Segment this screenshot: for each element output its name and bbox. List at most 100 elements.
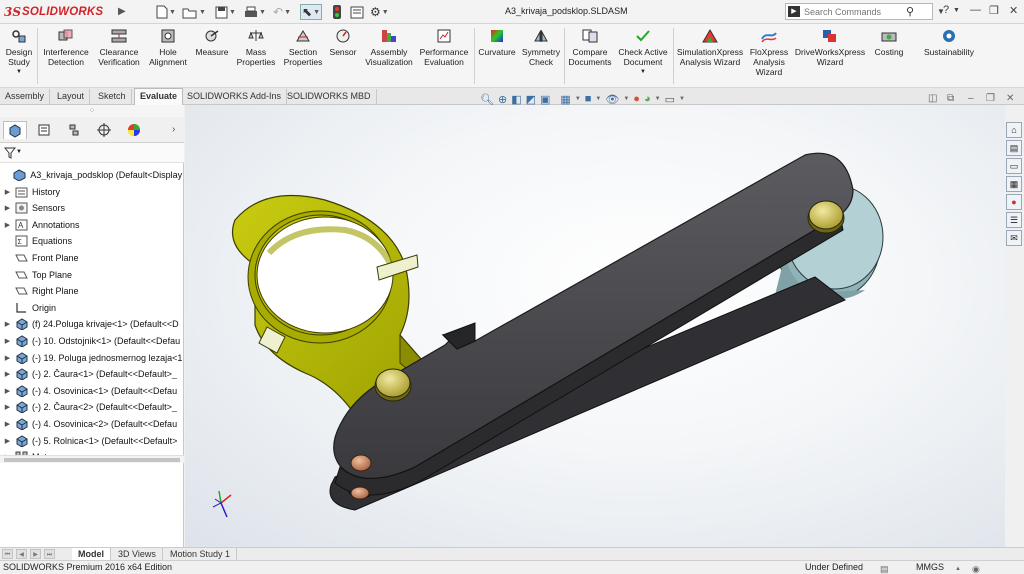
hide-show-items-icon[interactable]: 👁︎ <box>605 93 619 106</box>
tab-evaluate[interactable]: Evaluate <box>134 88 184 105</box>
interference-detection-button[interactable]: Interference Detection <box>40 28 92 67</box>
minimize-window-icon[interactable]: — <box>970 4 981 16</box>
dynamic-annotation-icon[interactable]: ▣ <box>540 93 550 106</box>
clearance-verification-button[interactable]: Clearance Verification <box>95 28 143 67</box>
compare-documents-button[interactable]: Compare Documents <box>566 28 614 67</box>
expand-arrow-icon[interactable]: ▶ <box>3 437 12 445</box>
graphics-area[interactable] <box>185 105 1005 547</box>
displaymanager-tab[interactable] <box>122 121 146 139</box>
measure-button[interactable]: Measure <box>193 28 231 57</box>
tree-item[interactable]: ▶ History <box>0 184 184 200</box>
select-button[interactable]: ⬉ ▼ <box>300 4 322 20</box>
design-library-icon[interactable]: ▤ <box>1006 140 1022 156</box>
filter-icon[interactable] <box>4 147 16 159</box>
featuremanager-tab[interactable] <box>3 121 27 139</box>
appearances-icon[interactable]: ● <box>1006 194 1022 210</box>
search-icon[interactable]: ⚲ <box>906 5 914 18</box>
tab-layout[interactable]: Layout <box>52 89 91 104</box>
open-button[interactable]: ▼ <box>182 4 206 20</box>
rebuild-button[interactable] <box>332 4 342 20</box>
pin-lower[interactable] <box>374 368 412 402</box>
units-dropdown-icon[interactable]: ▲ <box>955 563 965 573</box>
tree-item[interactable]: Σ Equations <box>0 233 184 249</box>
floxpress-button[interactable]: FloXpress Analysis Wizard <box>748 28 790 77</box>
symmetry-check-button[interactable]: Symmetry Check <box>520 28 562 67</box>
tree-item[interactable]: ▶ (-) 4. Osovinica<2> (Default<<Defau <box>0 416 184 432</box>
close-window-icon[interactable]: ✕ <box>1009 4 1018 17</box>
scrollbar-thumb[interactable] <box>4 458 180 462</box>
zoom-to-fit-icon[interactable]: 🔍︎ <box>480 93 494 106</box>
expand-arrow-icon[interactable]: ▶ <box>3 320 12 328</box>
chevron-right-icon[interactable]: › <box>172 124 175 135</box>
expand-arrow-icon[interactable]: ▶ <box>3 204 12 212</box>
tab-solidworks-mbd[interactable]: SOLIDWORKS MBD <box>282 89 377 104</box>
viewport-split-icon[interactable]: ⧉ <box>947 93 954 104</box>
tree-item[interactable]: Origin <box>0 300 184 316</box>
previous-view-icon[interactable]: ◧ <box>511 93 521 106</box>
assembly-model[interactable] <box>185 105 1005 547</box>
tree-horizontal-scrollbar[interactable] <box>0 455 184 463</box>
pin-upper[interactable] <box>807 200 845 234</box>
tree-item[interactable]: ▶ (-) 2. Čaura<2> (Default<<Default>_ <box>0 399 184 415</box>
tree-item[interactable]: ▶ (f) 24.Poluga krivaje<1> (Default<<D <box>0 316 184 332</box>
home-icon[interactable]: ⌂ <box>1006 122 1022 138</box>
tree-item[interactable]: ▶ Sensors <box>0 200 184 216</box>
tab-solidworks-add-ins[interactable]: SOLIDWORKS Add-Ins <box>182 89 288 104</box>
configurationmanager-tab[interactable] <box>62 121 86 139</box>
file-properties-button[interactable] <box>350 4 364 20</box>
expand-arrow-icon[interactable]: ▶ <box>3 337 12 345</box>
menu-expand-icon[interactable]: ▶ <box>118 6 126 17</box>
mass-properties-button[interactable]: Mass Properties <box>233 28 279 67</box>
view-palette-icon[interactable]: ▦ <box>1006 176 1022 192</box>
hole-alignment-button[interactable]: Hole Alignment <box>146 28 190 67</box>
sensor-button[interactable]: Sensor <box>327 28 359 57</box>
driveworksxpress-button[interactable]: DriveWorksXpress Wizard <box>793 28 867 67</box>
bushing-top[interactable] <box>350 454 372 472</box>
view-settings-icon[interactable]: ▭ <box>665 93 675 106</box>
viewport-close-icon[interactable]: ✕ <box>1006 93 1014 104</box>
new-document-button[interactable]: ▼ <box>156 4 176 20</box>
tab-assembly[interactable]: Assembly <box>0 89 51 104</box>
check-active-document-button[interactable]: Check Active Document ▼ <box>616 28 670 77</box>
file-explorer-icon[interactable]: ▭ <box>1006 158 1022 174</box>
costing-button[interactable]: Costing <box>870 28 908 57</box>
tree-item[interactable]: ▶ (-) 5. Rolnica<1> (Default<<Default> <box>0 433 184 449</box>
section-properties-button[interactable]: Section Properties <box>281 28 325 67</box>
propertymanager-tab[interactable] <box>32 121 56 139</box>
viewport-minimize-icon[interactable]: – <box>968 93 974 104</box>
save-button[interactable]: ▼ <box>215 4 236 20</box>
expand-arrow-icon[interactable]: ▶ <box>3 420 12 428</box>
solidworks-logo[interactable]: 3S SOLIDWORKS <box>4 3 103 21</box>
undo-button[interactable]: ↶ ▼ <box>273 4 291 20</box>
prev-tab-arrow-icon[interactable]: ◀ <box>16 549 27 559</box>
tree-item[interactable]: ▶ (-) 4. Osovinica<1> (Default<<Defau <box>0 383 184 399</box>
viewport-toggle-icon[interactable]: ◫ <box>928 93 937 104</box>
expand-arrow-icon[interactable]: ▶ <box>3 387 12 395</box>
print-button[interactable]: ▼ <box>244 4 266 20</box>
dimxpertmanager-tab[interactable] <box>92 121 116 139</box>
tree-item[interactable]: Front Plane <box>0 250 184 266</box>
expand-arrow-icon[interactable]: ▶ <box>3 221 12 229</box>
view-orientation-icon[interactable]: ▦ <box>560 93 570 106</box>
tree-item[interactable]: ▶ (-) 2. Čaura<1> (Default<<Default>_ <box>0 366 184 382</box>
options-button[interactable]: ⚙ ▼ <box>370 4 389 20</box>
curvature-button[interactable]: Curvature <box>476 28 518 57</box>
first-tab-arrow-icon[interactable]: ⏮ <box>2 549 13 559</box>
display-style-icon[interactable]: ■ <box>585 93 592 105</box>
tree-item[interactable]: ▶ A Annotations <box>0 217 184 233</box>
bushing-bottom[interactable] <box>350 486 370 500</box>
viewport-restore-icon[interactable]: ❐ <box>986 93 995 104</box>
tab-sketch[interactable]: Sketch <box>93 89 132 104</box>
tree-root-assembly[interactable]: A3_krivaja_podsklop (Default<Display Sta <box>0 167 184 183</box>
edit-appearance-icon[interactable]: ● <box>633 93 640 105</box>
expand-arrow-icon[interactable]: ▶ <box>3 403 12 411</box>
tree-item[interactable]: Top Plane <box>0 267 184 283</box>
performance-evaluation-button[interactable]: Performance Evaluation <box>418 28 470 67</box>
design-study-button[interactable]: Design Study ▼ <box>3 28 35 77</box>
expand-arrow-icon[interactable]: ▶ <box>3 370 12 378</box>
tree-item[interactable]: ▶ (-) 10. Odstojnik<1> (Default<<Defau <box>0 333 184 349</box>
next-tab-arrow-icon[interactable]: ▶ <box>30 549 41 559</box>
search-commands-box[interactable]: ▶ ⚲ <box>785 3 933 20</box>
help-icon[interactable]: ? <box>943 4 949 16</box>
help-dropdown-icon[interactable]: ▼ <box>953 7 960 14</box>
